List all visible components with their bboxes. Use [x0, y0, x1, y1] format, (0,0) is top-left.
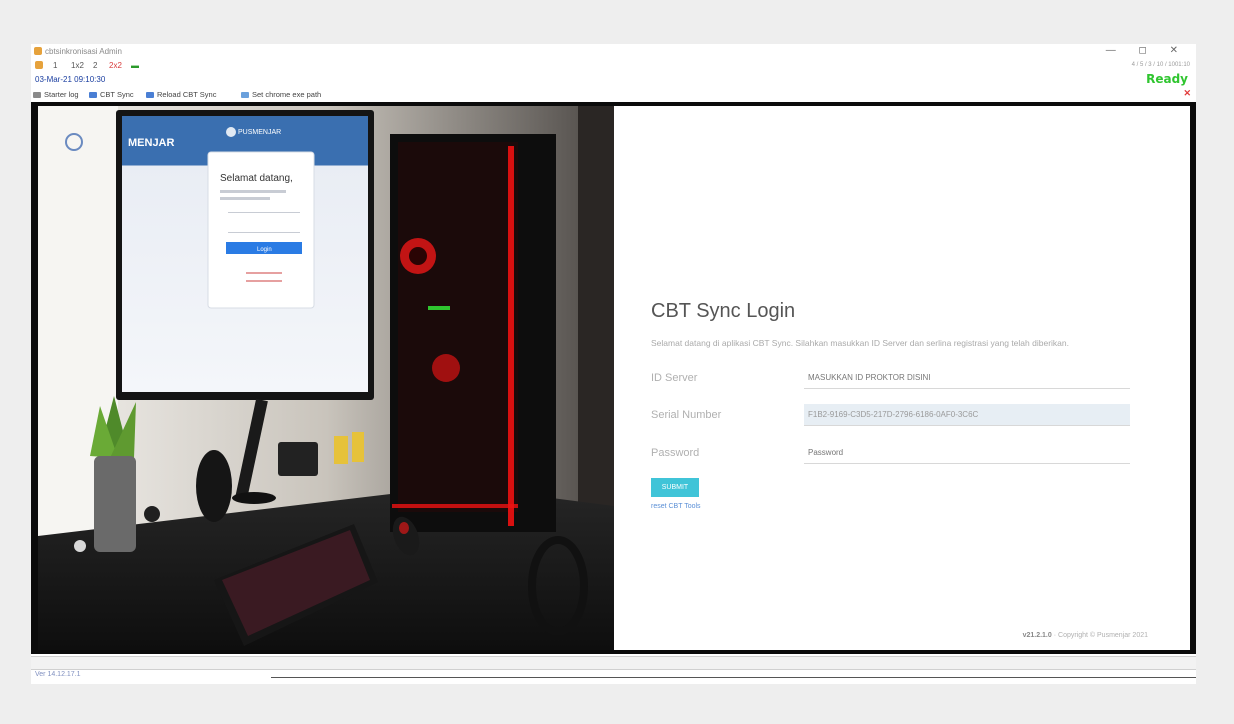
- status-divider: [271, 677, 1196, 678]
- menu-cbt-sync-label: CBT Sync: [100, 90, 134, 99]
- version-status: Ver 14.12.17.1: [35, 671, 81, 678]
- info-bar: 03-Mar-21 09:10:30 Ready: [31, 72, 1196, 86]
- app-icon: [34, 47, 42, 55]
- title-bar: cbtsinkronisasi Admin — ◻ ✕: [31, 44, 1196, 58]
- login-panel: CBT Sync Login Selamat datang di aplikas…: [614, 106, 1190, 650]
- reset-cbt-tools-link[interactable]: reset CBT Tools: [651, 503, 701, 510]
- password-row: Password: [651, 442, 1151, 464]
- layout-2-button[interactable]: 2: [93, 61, 97, 70]
- window-controls[interactable]: — ◻ ✕: [1106, 45, 1188, 56]
- app-window: cbtsinkronisasi Admin — ◻ ✕ 1 1x2 2 2x2 …: [31, 44, 1196, 684]
- header-brand: PUSMENJAR: [238, 129, 281, 136]
- app-toolbar-icon[interactable]: [35, 61, 43, 69]
- status-ready: Ready: [1146, 72, 1188, 86]
- submit-button[interactable]: SUBMIT: [651, 478, 699, 497]
- layout-1x2-button[interactable]: 1x2: [71, 61, 84, 70]
- id-server-row: ID Server: [651, 367, 1151, 389]
- menu-bar: Starter log CBT Sync Reload CBT Sync Set…: [31, 87, 1196, 101]
- id-server-input[interactable]: [804, 367, 1130, 389]
- menu-reload-cbt-sync[interactable]: Reload CBT Sync: [146, 90, 216, 99]
- footer: v21.2.1.0 · Copyright © Pusmenjar 2021: [1023, 632, 1148, 639]
- close-icon[interactable]: ✕: [1183, 88, 1191, 99]
- layout-full-button[interactable]: ▬: [131, 61, 139, 70]
- menu-starter-log-label: Starter log: [44, 90, 79, 99]
- card-title: Selamat datang,: [220, 173, 293, 184]
- id-server-label: ID Server: [651, 372, 698, 384]
- screen-brand: MENJAR: [128, 137, 175, 149]
- menu-set-chrome-path[interactable]: Set chrome exe path: [241, 90, 321, 99]
- window-info: 4 / 5 / 3 / 10 / 1001:10: [1131, 62, 1190, 68]
- password-label: Password: [651, 447, 700, 459]
- status-bar: [31, 656, 1196, 670]
- menu-set-chrome-label: Set chrome exe path: [252, 90, 322, 99]
- card-button: Login: [257, 247, 272, 253]
- browser-frame: MENJAR PUSMENJAR Selamat datang, Login C…: [31, 102, 1196, 654]
- folder-icon: [241, 92, 249, 99]
- status-bar-bottom: Ver 14.12.17.1: [31, 669, 1196, 683]
- desk-setup-illustration: MENJAR PUSMENJAR Selamat datang, Login: [38, 106, 614, 650]
- background-photo: MENJAR PUSMENJAR Selamat datang, Login: [38, 106, 614, 650]
- copyright-label: · Copyright © Pusmenjar 2021: [1053, 632, 1148, 639]
- version-label: v21.2.1.0: [1022, 632, 1052, 639]
- sync-icon: [89, 92, 97, 99]
- layout-2x2-button[interactable]: 2x2: [109, 61, 122, 70]
- menu-starter-log[interactable]: Starter log: [33, 90, 79, 99]
- login-title: CBT Sync Login: [651, 300, 796, 322]
- serial-number-row: Serial Number: [651, 404, 1151, 426]
- serial-number-input[interactable]: [804, 404, 1130, 426]
- layout-1-button[interactable]: 1: [53, 61, 57, 70]
- datetime-label: 03-Mar-21 09:10:30: [35, 75, 106, 84]
- password-input[interactable]: [804, 442, 1130, 464]
- reload-icon: [146, 92, 154, 99]
- login-subtitle: Selamat datang di aplikasi CBT Sync. Sil…: [651, 338, 1069, 348]
- menu-cbt-sync[interactable]: CBT Sync: [89, 90, 134, 99]
- serial-number-label: Serial Number: [651, 409, 722, 421]
- window-title: cbtsinkronisasi Admin: [45, 47, 122, 56]
- menu-reload-label: Reload CBT Sync: [157, 90, 217, 99]
- layout-toolbar: 1 1x2 2 2x2 ▬ 4 / 5 / 3 / 10 / 1001:10: [31, 58, 1196, 73]
- log-icon: [33, 92, 41, 99]
